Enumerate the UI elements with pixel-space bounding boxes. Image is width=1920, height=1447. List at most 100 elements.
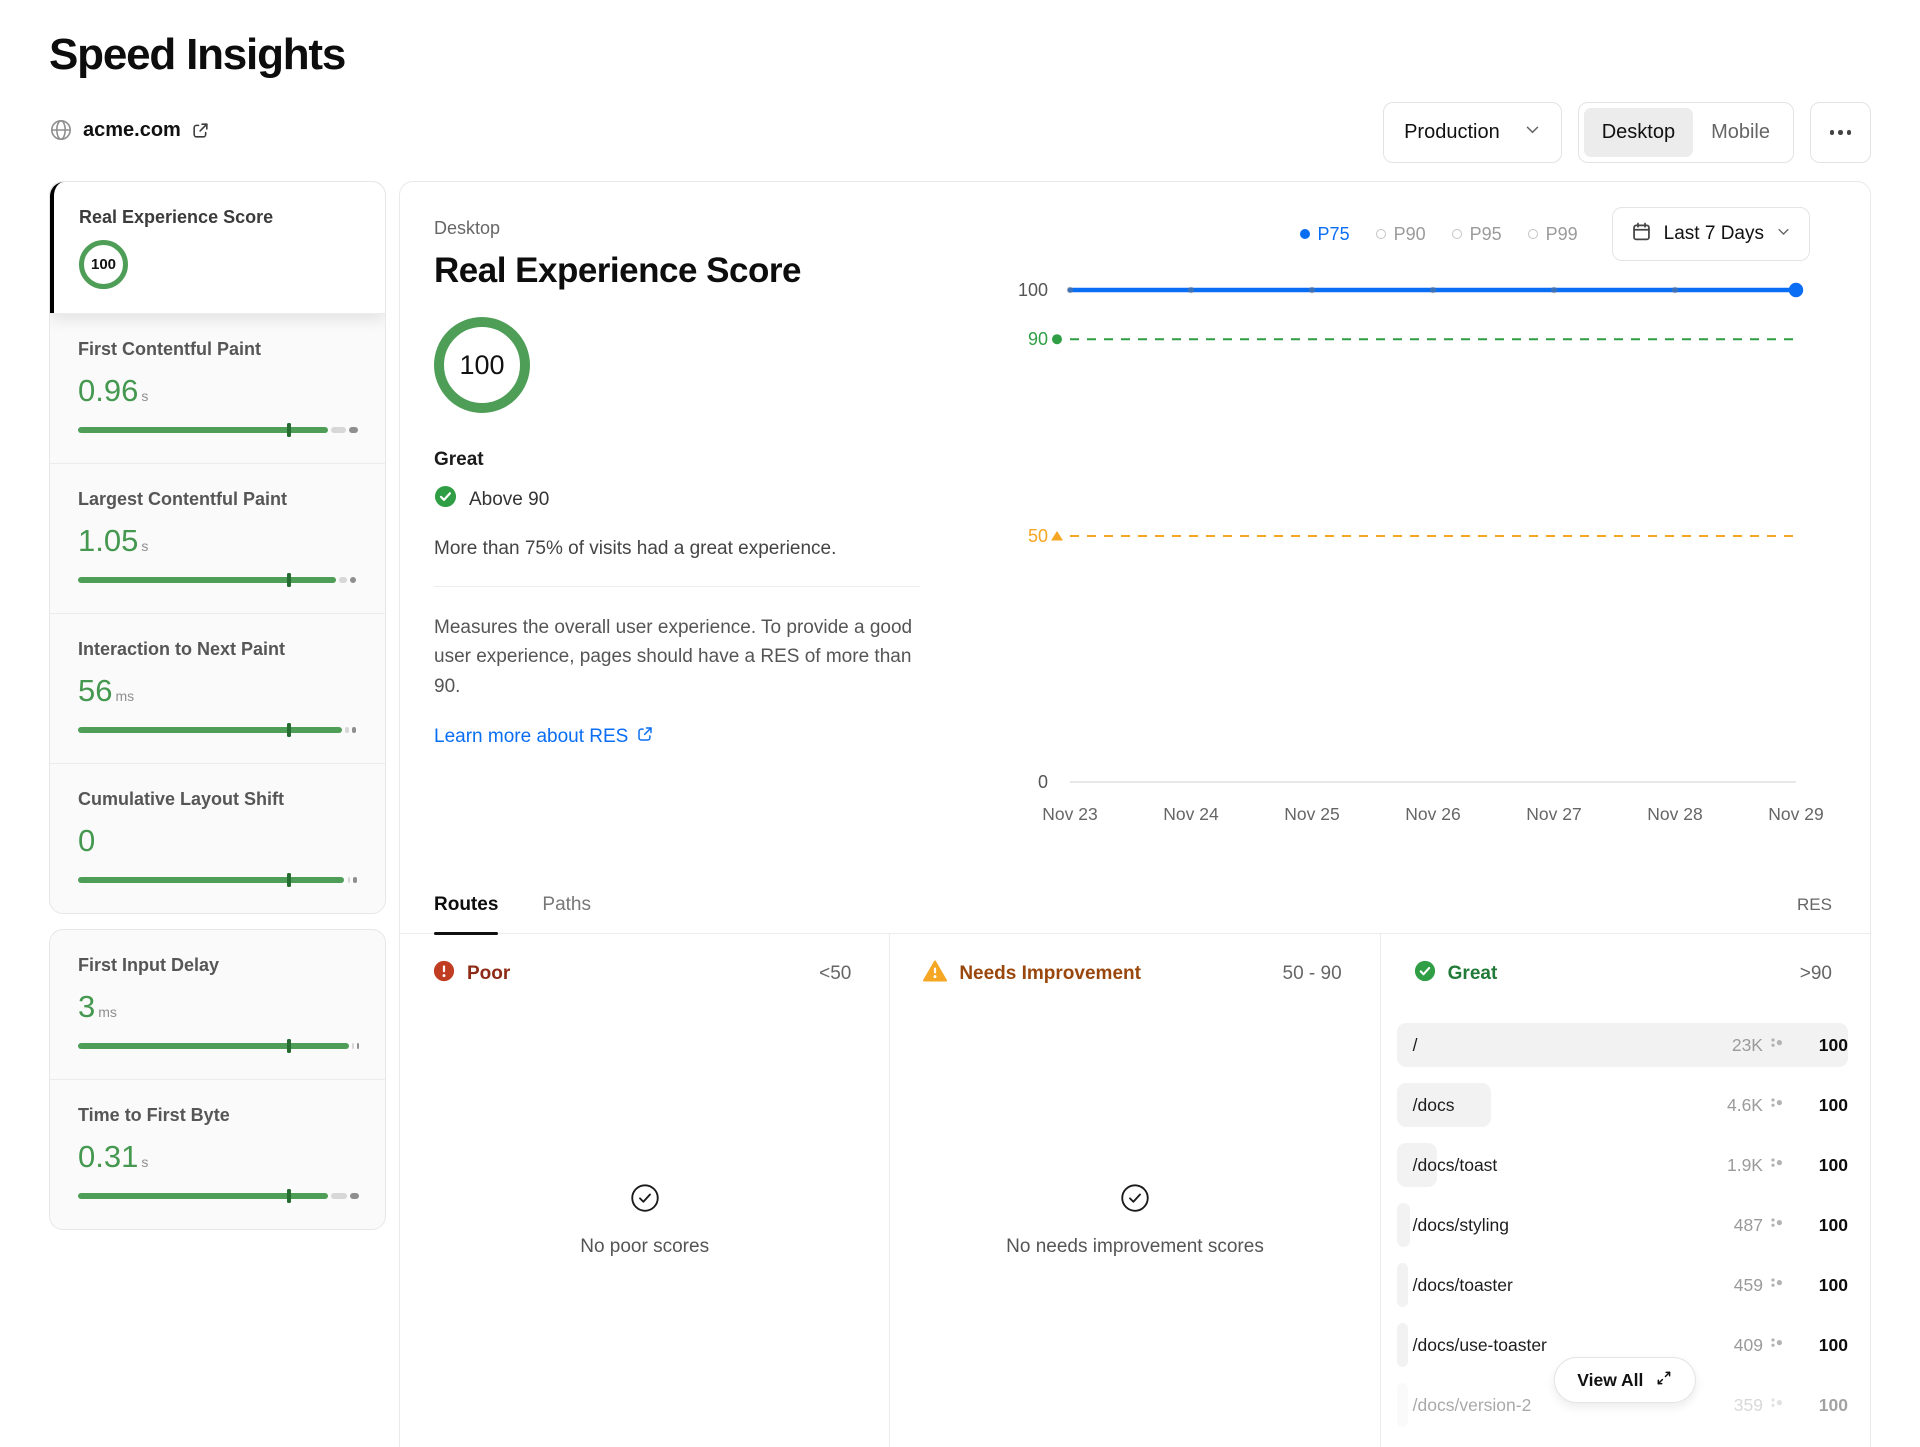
needs-improvement-label: Needs Improvement xyxy=(959,962,1141,984)
route-row-values: 409 100 xyxy=(1734,1335,1848,1356)
learn-more-link[interactable]: Learn more about RES xyxy=(434,725,654,749)
res-score-ring: 100 xyxy=(434,317,530,413)
date-range-label: Last 7 Days xyxy=(1663,223,1764,244)
legend-dot-icon xyxy=(1375,229,1386,239)
site-name[interactable]: acme.com xyxy=(83,119,181,142)
view-all-label: View All xyxy=(1577,1369,1644,1390)
data-point xyxy=(1550,286,1558,294)
bar-needs-improvement-segment xyxy=(351,1043,354,1049)
metric-value-number: 0.31 xyxy=(78,1139,139,1174)
chart-controls: P75 P90 P95 P99 Last 7 Days xyxy=(1299,207,1810,261)
view-all-button[interactable]: View All xyxy=(1554,1357,1697,1403)
route-row-values: 4.6K 100 xyxy=(1727,1095,1848,1116)
learn-more-label: Learn more about RES xyxy=(434,726,629,748)
device-toggle: Desktop Mobile xyxy=(1577,102,1794,163)
route-score: 100 xyxy=(1818,1274,1848,1295)
device-tab-desktop[interactable]: Desktop xyxy=(1583,108,1694,157)
route-score: 100 xyxy=(1818,1154,1848,1175)
metric-card-time-to-first-byte[interactable]: Time to First Byte 0.31 s xyxy=(50,1079,385,1229)
great-range: >90 xyxy=(1799,962,1832,984)
metric-title: Largest Contentful Paint xyxy=(78,489,288,509)
needs-improvement-empty-state: No needs improvement scores xyxy=(890,1183,1379,1258)
bar-poor-segment xyxy=(353,877,357,883)
score-summary: Desktop Real Experience Score 100 Great … xyxy=(434,218,920,749)
bar-great-segment xyxy=(78,1193,329,1199)
bar-poor-segment xyxy=(357,1043,360,1049)
route-row[interactable]: /docs/toast 1.9K 100 xyxy=(1396,1143,1848,1187)
visitors-icon xyxy=(1769,1335,1784,1355)
legend-item-p99[interactable]: P99 xyxy=(1527,223,1578,245)
x-tick-nov-24: Nov 24 xyxy=(1163,804,1219,824)
metric-card-cumulative-layout-shift[interactable]: Cumulative Layout Shift 0 xyxy=(50,763,385,913)
route-row[interactable]: / 23K 100 xyxy=(1396,1023,1848,1067)
external-link-icon[interactable] xyxy=(191,121,210,140)
metric-value-number: 0 xyxy=(78,823,96,858)
more-button[interactable] xyxy=(1810,102,1871,163)
environment-select[interactable]: Production xyxy=(1383,102,1562,163)
metric-card-first-contentful-paint[interactable]: First Contentful Paint 0.96 s xyxy=(50,313,385,463)
route-row[interactable]: /docs 4.6K 100 xyxy=(1396,1083,1848,1127)
environment-label: Production xyxy=(1404,121,1500,143)
metric-card-interaction-to-next-paint[interactable]: Interaction to Next Paint 56 ms xyxy=(50,613,385,763)
data-point xyxy=(1308,286,1316,294)
legend-item-p75[interactable]: P75 xyxy=(1299,224,1350,245)
route-visits: 409 xyxy=(1733,1334,1763,1355)
alert-circle-icon xyxy=(433,960,455,987)
panel-top: 100 90 50 0 Nov 23 Nov 24 Nov 25 Nov 26 Nov 27 No… xyxy=(400,182,1870,876)
legend-label: P99 xyxy=(1545,223,1578,244)
tab-routes[interactable]: Routes xyxy=(434,876,499,935)
metric-card-first-input-delay[interactable]: First Input Delay 3 ms xyxy=(50,930,385,1079)
needs-improvement-range: 50 - 90 xyxy=(1282,962,1342,984)
tab-paths[interactable]: Paths xyxy=(542,876,591,934)
circle-check-outline-icon xyxy=(1120,1183,1150,1218)
metric-unit: ms xyxy=(98,1004,117,1020)
metric-distribution-bar xyxy=(78,1189,359,1203)
poor-empty-text: No poor scores xyxy=(580,1236,710,1257)
routes-tabs-row: Routes Paths RES xyxy=(400,876,1870,935)
y-tick-100: 100 xyxy=(1018,280,1048,300)
metric-card-largest-contentful-paint[interactable]: Largest Contentful Paint 1.05 s xyxy=(50,463,385,613)
threshold-triangle-marker xyxy=(1051,531,1063,541)
metric-value-number: 56 xyxy=(78,673,113,708)
route-name: /docs/toast xyxy=(1412,1154,1498,1175)
route-row-values: 359 100 xyxy=(1734,1395,1848,1416)
legend-dot-icon xyxy=(1299,229,1310,239)
bar-p75-marker xyxy=(286,1039,291,1053)
metric-value: 3 ms xyxy=(78,989,357,1025)
legend-item-p95[interactable]: P95 xyxy=(1451,224,1502,245)
metrics-sidebar: Real Experience Score 100 First Contentful… xyxy=(49,181,386,1230)
route-row[interactable]: /docs/toaster 459 100 xyxy=(1396,1263,1848,1307)
route-row[interactable]: /docs/styling 487 100 xyxy=(1396,1203,1848,1247)
legend-label: P90 xyxy=(1393,223,1426,244)
circle-check-outline-icon xyxy=(630,1183,660,1218)
poor-column-header: Poor <50 xyxy=(400,934,889,1007)
visitors-icon xyxy=(1769,1275,1784,1295)
metric-unit: s xyxy=(141,538,149,554)
metric-distribution-bar xyxy=(78,723,357,737)
bar-great-segment xyxy=(78,1043,349,1049)
score-column-great: Great >90 / 23K 100/docs 4.6K 100/docs/toast… xyxy=(1379,934,1870,1447)
route-visits: 1.9K xyxy=(1726,1154,1763,1175)
y-tick-0: 0 xyxy=(1038,772,1048,792)
device-tab-mobile[interactable]: Mobile xyxy=(1693,108,1788,157)
content: Real Experience Score 100 First Contentful… xyxy=(49,181,1871,1447)
route-score: 100 xyxy=(1818,1394,1848,1415)
metric-distribution-bar xyxy=(78,423,358,437)
bar-poor-segment xyxy=(348,427,358,433)
bar-poor-segment xyxy=(350,1193,359,1199)
poor-label: Poor xyxy=(467,962,511,984)
x-tick-nov-25: Nov 25 xyxy=(1284,804,1339,824)
chevron-down-icon xyxy=(1524,121,1541,144)
bar-poor-segment xyxy=(351,727,357,733)
x-tick-nov-29: Nov 29 xyxy=(1768,804,1823,824)
metric-unit: ms xyxy=(115,688,135,704)
date-range-select[interactable]: Last 7 Days xyxy=(1611,207,1810,261)
metric-value-number: 1.05 xyxy=(78,523,139,558)
legend-item-p90[interactable]: P90 xyxy=(1375,223,1426,245)
x-tick-nov-27: Nov 27 xyxy=(1526,804,1581,824)
score-column-needs-improvement: Needs Improvement 50 - 90 No needs impro… xyxy=(889,934,1379,1447)
metric-card-real-experience-score[interactable]: Real Experience Score 100 xyxy=(50,182,385,313)
bar-needs-improvement-segment xyxy=(331,427,346,433)
route-share-bar xyxy=(1396,1383,1408,1427)
route-score: 100 xyxy=(1818,1214,1848,1235)
